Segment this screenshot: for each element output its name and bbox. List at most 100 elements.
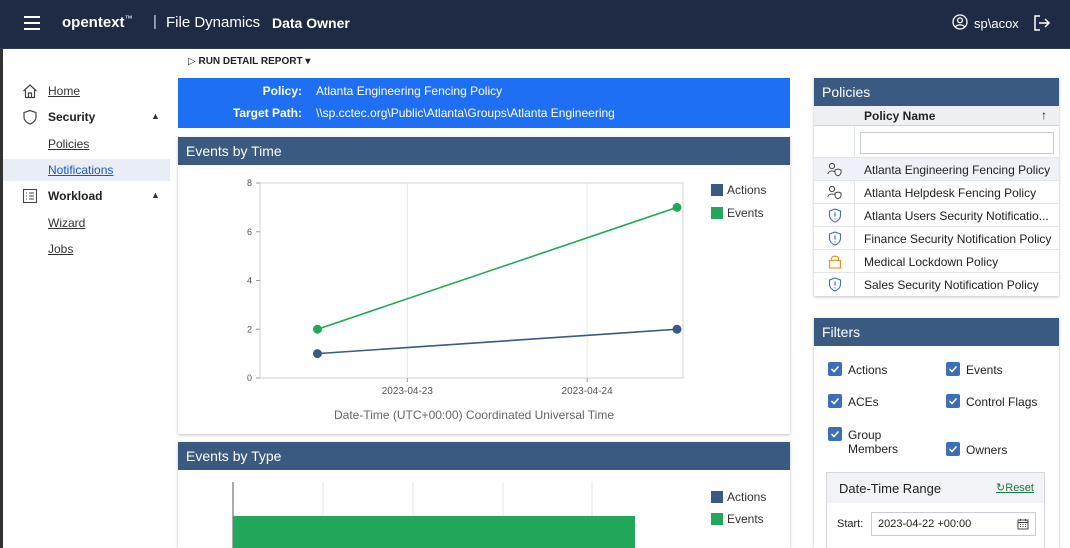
panel-title: Events by Type (178, 442, 790, 470)
policy-name-cell: Finance Security Notification Policy (864, 232, 1052, 246)
start-date-value: 2023-04-22 +00:00 (878, 518, 972, 530)
sidebar-item-label: Policies (48, 137, 90, 151)
y-tick-label: 8 (247, 178, 252, 188)
shield-icon (827, 231, 843, 246)
events-checkbox[interactable] (946, 362, 960, 376)
events-by-type-panel: Events by Type Actions Events (178, 442, 790, 548)
y-tick-label: 0 (247, 373, 252, 383)
events-by-time-chart: 2023-04-23 2023-04-24 0 2 4 6 8 Date-Time (UTC+… (247, 178, 766, 422)
list-icon (22, 188, 38, 204)
actions-checkbox[interactable] (828, 362, 842, 376)
owners-checkbox[interactable] (946, 442, 960, 456)
logout-icon[interactable] (1033, 14, 1051, 32)
chevron-up-icon[interactable]: ▲ (151, 111, 160, 121)
sidebar-item-policies[interactable]: Policies (3, 133, 170, 155)
table-row[interactable]: Atlanta Helpdesk Fencing Policy (814, 180, 1059, 203)
sidebar-item-wizard[interactable]: Wizard (3, 212, 170, 234)
play-icon: ▷ (188, 56, 199, 67)
date-time-range-title: Date-Time Range (839, 481, 942, 496)
plot-frame (259, 182, 684, 379)
sidebar-item-label: Workload (48, 189, 103, 203)
date-time-range-header: Date-Time Range ↻Reset (827, 473, 1044, 503)
sidebar-item-label: Wizard (48, 216, 86, 230)
sort-ascending-icon[interactable]: ↑ (1041, 108, 1047, 122)
home-icon (23, 84, 37, 99)
panel-title: Policies (814, 78, 1059, 106)
sidebar-item-label: Security (48, 110, 96, 124)
policy-name-cell: Atlanta Helpdesk Fencing Policy (864, 186, 1037, 200)
sidebar-item-notifications[interactable]: Notifications (3, 159, 170, 181)
start-label: Start: (837, 518, 864, 530)
x-axis-label: Date-Time (UTC+00:00) Coordinated Univer… (334, 408, 614, 422)
data-point-events (312, 324, 322, 334)
fencing-icon (827, 185, 843, 200)
control-flags-checkbox-label: Control Flags (966, 395, 1038, 409)
shield-icon (23, 109, 37, 125)
table-row[interactable]: Atlanta Engineering Fencing Policy (814, 157, 1059, 180)
policy-name-cell: Atlanta Engineering Fencing Policy (864, 163, 1051, 177)
series-line-events (317, 206, 678, 331)
run-detail-report-button[interactable]: ▷ RUN DETAIL REPORT ▾ (188, 56, 310, 67)
policy-name-cell: Sales Security Notification Policy (864, 278, 1039, 292)
policies-panel: Policies Policy Name ↑ Atlanta Engineeri… (814, 78, 1059, 296)
legend-swatch-events (711, 207, 723, 219)
policy-banner: Policy: Atlanta Engineering Fencing Poli… (178, 78, 790, 128)
user-name[interactable]: sp\acox (974, 16, 1019, 31)
target-path-value: \\sp.cctec.org\Public\Atlanta\Groups\Atl… (316, 106, 615, 120)
sidebar-item-label: Jobs (48, 242, 74, 256)
aces-checkbox[interactable] (828, 394, 842, 408)
legend-swatch-events (711, 513, 723, 525)
sidebar-item-security[interactable]: Security ▲ (3, 106, 170, 128)
table-row[interactable]: Sales Security Notification Policy (814, 272, 1059, 295)
policy-name-column-header[interactable]: Policy Name (864, 109, 935, 123)
sidebar-item-label: Home (48, 84, 81, 98)
legend-label-events: Events (727, 206, 764, 220)
legend-label-actions: Actions (727, 183, 766, 197)
actions-checkbox-label: Actions (848, 363, 888, 377)
control-flags-checkbox[interactable] (946, 394, 960, 408)
menu-icon[interactable] (24, 16, 40, 30)
legend-swatch-actions (711, 491, 723, 503)
product-name: File Dynamics (166, 14, 261, 31)
group-members-checkbox-label: Group (848, 428, 882, 442)
brand-separator: | (153, 13, 157, 30)
calendar-icon[interactable] (1017, 518, 1029, 530)
shield-icon (827, 277, 843, 292)
legend-swatch-actions (711, 184, 723, 196)
group-members-checkbox[interactable] (828, 427, 842, 441)
policy-name-cell: Atlanta Users Security Notificatio... (864, 209, 1049, 223)
data-point-actions (672, 324, 682, 334)
legend-label-actions: Actions (727, 490, 766, 504)
sidebar-item-jobs[interactable]: Jobs (3, 238, 170, 260)
data-point-actions (312, 349, 322, 359)
reset-link[interactable]: ↻Reset (996, 481, 1034, 494)
y-tick-label: 4 (247, 276, 252, 286)
x-tick-label: 2023-04-24 (562, 386, 614, 397)
filters-panel: Filters Actions Events ACEs Control Flag… (814, 318, 1059, 548)
role-label: Data Owner (272, 15, 350, 31)
sidebar-item-workload[interactable]: Workload ▲ (3, 185, 170, 207)
legend-label-events: Events (727, 512, 764, 526)
series-line-actions (317, 328, 678, 355)
events-by-time-panel: Events by Time 2023-04-23 2023-04-24 0 2 4 6 8… (178, 137, 790, 434)
user-icon[interactable] (952, 14, 968, 30)
sidebar-item-home[interactable]: Home (3, 80, 170, 102)
table-row[interactable]: Atlanta Users Security Notificatio... (814, 203, 1059, 226)
x-tick-label: 2023-04-23 (382, 386, 434, 397)
panel-title: Filters (814, 318, 1059, 346)
events-by-type-chart: Actions Events (232, 482, 766, 548)
events-checkbox-label: Events (966, 363, 1003, 377)
chevron-up-icon[interactable]: ▲ (151, 190, 160, 200)
policy-label: Policy: (262, 84, 302, 98)
y-tick-label: 2 (247, 324, 252, 334)
group-members-checkbox-label: Members (848, 442, 899, 456)
table-row[interactable]: Finance Security Notification Policy (814, 226, 1059, 249)
start-date-input[interactable]: 2023-04-22 +00:00 (871, 512, 1036, 536)
policy-value: Atlanta Engineering Fencing Policy (316, 84, 503, 98)
table-row[interactable]: Medical Lockdown Policy (814, 249, 1059, 272)
data-point-events (672, 202, 682, 212)
aces-checkbox-label: ACEs (848, 395, 879, 409)
policy-name-cell: Medical Lockdown Policy (864, 255, 999, 269)
top-bar: opentext™ | File Dynamics Data Owner sp\… (0, 0, 1070, 49)
policy-filter-input[interactable] (860, 132, 1054, 154)
